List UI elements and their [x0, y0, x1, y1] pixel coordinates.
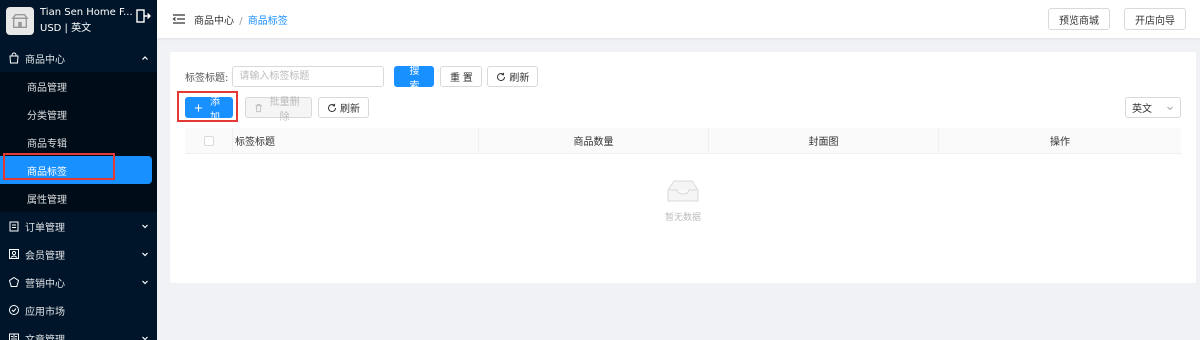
empty-inbox-icon — [667, 180, 699, 202]
chevron-down-icon — [1167, 106, 1173, 110]
preview-store-button[interactable]: 预览商城 — [1048, 8, 1110, 30]
column-header: 商品数量 — [479, 127, 709, 154]
shop-info: Tian Sen Home F... USD | 英文 — [40, 6, 135, 36]
empty-text: 暂无数据 — [664, 213, 701, 223]
tag-title-search-input[interactable] — [232, 66, 385, 87]
refresh-icon — [497, 72, 506, 81]
sidebar-item-product-tags[interactable]: 商品标签 — [0, 156, 152, 184]
chevron-up-icon — [142, 56, 148, 60]
tag-title-label: 标签标题: — [185, 73, 229, 84]
top-header: 商品中心 / 商品标签 预览商城 开店向导 — [157, 0, 1200, 38]
chevron-down-icon — [142, 280, 148, 285]
trash-icon — [255, 103, 262, 112]
store-setup-guide-button[interactable]: 开店向导 — [1124, 8, 1186, 30]
refresh-label: 刷新 — [509, 73, 530, 84]
menu-group-articles[interactable]: 文章管理 — [0, 324, 157, 340]
menu-group-label: 文章管理 — [25, 334, 65, 340]
submenu-product-center: 商品管理 分类管理 商品专辑 商品标签 属性管理 — [0, 72, 157, 212]
table-refresh-button[interactable]: 刷新 — [318, 97, 369, 118]
sidebar-item-attribute-management[interactable]: 属性管理 — [0, 184, 157, 212]
search-form: 标签标题: 搜 索 重 置 刷新 — [185, 66, 539, 92]
menu-group-members[interactable]: 会员管理 — [0, 240, 157, 268]
menu-group-label: 订单管理 — [25, 222, 65, 234]
breadcrumb-current: 商品标签 — [247, 15, 288, 27]
search-button[interactable]: 搜 索 — [394, 66, 435, 92]
sidebar-item-product-management[interactable]: 商品管理 — [0, 72, 157, 100]
menu-fold-icon[interactable] — [172, 12, 186, 26]
member-icon — [8, 248, 20, 260]
logout-icon[interactable] — [135, 8, 151, 24]
bag-icon — [8, 52, 20, 64]
table-actions: 添加 批量删除 刷新 — [185, 97, 369, 123]
refresh-icon — [328, 103, 337, 112]
store-icon — [11, 14, 29, 28]
chevron-down-icon — [142, 252, 148, 257]
empty-state: 暂无数据 — [185, 178, 1181, 223]
shop-header: Tian Sen Home F... USD | 英文 — [0, 0, 157, 42]
column-header: 操作 — [1050, 137, 1070, 148]
batch-delete-button[interactable]: 批量删除 — [245, 97, 312, 123]
shop-name[interactable]: Tian Sen Home F... — [40, 6, 135, 20]
menu-group-label: 应用市场 — [25, 306, 65, 318]
article-icon — [8, 332, 20, 340]
language-select-value: 英文 — [1132, 104, 1152, 115]
menu-group-product-center[interactable]: 商品中心 — [0, 44, 157, 72]
sidebar-item-product-album[interactable]: 商品专辑 — [0, 128, 157, 156]
select-all-cell — [185, 127, 233, 154]
add-tag-button[interactable]: 添加 — [185, 97, 233, 123]
plus-icon — [194, 103, 203, 112]
menu-group-marketing[interactable]: 营销中心 — [0, 268, 157, 296]
breadcrumb-separator: / — [239, 15, 243, 27]
sidebar: Tian Sen Home F... USD | 英文 商品中心 商品管理 分类… — [0, 0, 157, 340]
tags-table: 标签标题 商品数量 封面图 操作 暂无数据 — [185, 127, 1181, 223]
batch-delete-label: 批量删除 — [269, 96, 300, 123]
add-label: 添加 — [210, 96, 220, 123]
marketing-icon — [8, 276, 20, 288]
search-refresh-button[interactable]: 刷新 — [487, 66, 539, 87]
menu-group-label: 商品中心 — [25, 54, 65, 66]
header-actions: 预览商城 开店向导 — [1048, 8, 1186, 30]
menu-group-app-market[interactable]: 应用市场 — [0, 296, 157, 324]
table-header: 标签标题 商品数量 封面图 操作 — [185, 127, 1181, 154]
chevron-down-icon — [142, 224, 148, 229]
language-select[interactable]: 英文 — [1125, 97, 1181, 118]
breadcrumb-parent[interactable]: 商品中心 — [194, 16, 234, 27]
clipboard-icon — [8, 220, 20, 232]
app-market-icon — [8, 304, 20, 316]
content-card: 标签标题: 搜 索 重 置 刷新 添加 批量删除 刷新 英文 — [170, 52, 1196, 283]
sidebar-item-category-management[interactable]: 分类管理 — [0, 100, 157, 128]
refresh-label: 刷新 — [340, 104, 360, 115]
column-header: 标签标题 — [233, 127, 479, 154]
column-header: 封面图 — [709, 127, 939, 154]
reset-button[interactable]: 重 置 — [440, 66, 483, 87]
shop-currency-language: USD | 英文 — [40, 23, 92, 34]
menu-group-label: 会员管理 — [25, 250, 65, 262]
breadcrumb: 商品中心 / 商品标签 — [194, 12, 288, 27]
shop-avatar[interactable] — [6, 7, 34, 35]
menu-group-orders[interactable]: 订单管理 — [0, 212, 157, 240]
menu-group-label: 营销中心 — [25, 278, 65, 290]
select-all-checkbox[interactable] — [203, 135, 214, 146]
chevron-down-icon — [142, 336, 148, 340]
